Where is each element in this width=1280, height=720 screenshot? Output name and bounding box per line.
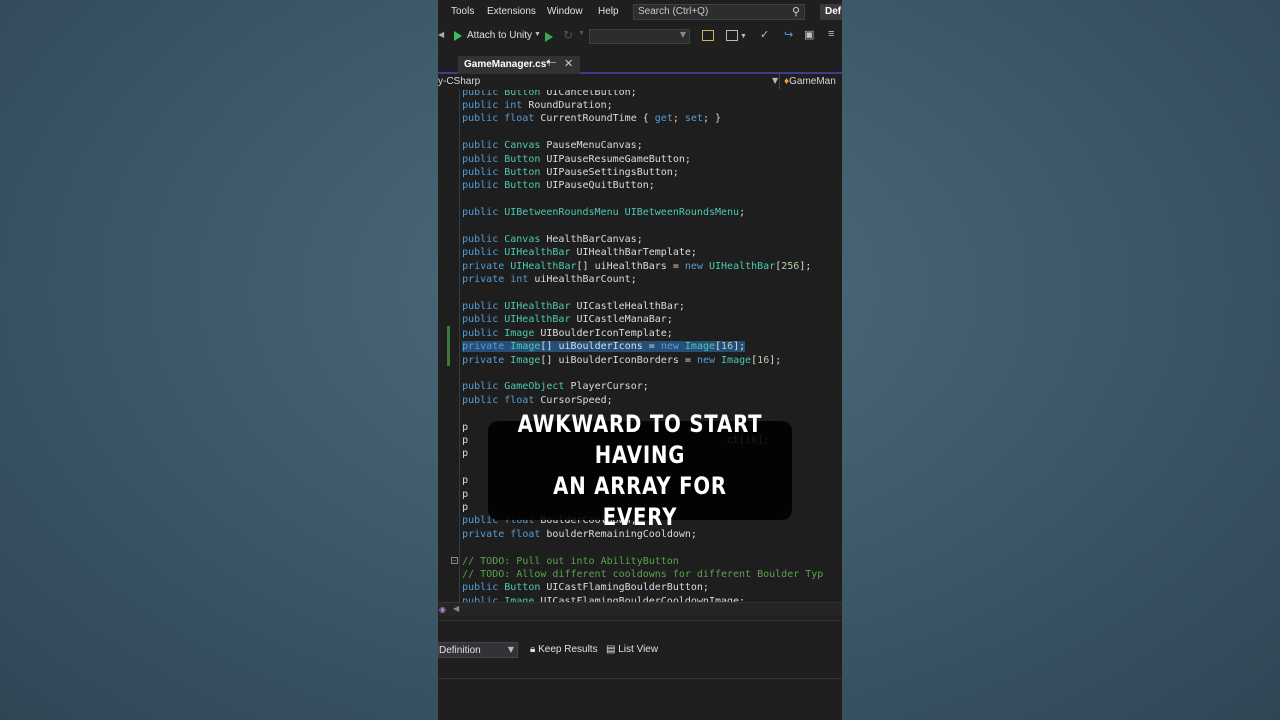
code-line: p <box>438 448 469 460</box>
tab-title: GameManager.cs* <box>464 59 551 70</box>
selected-text: private Image[] uiBoulderIcons = new Ima… <box>462 341 746 353</box>
code-line: public UIHealthBar UIHealthBarTemplate; <box>462 247 697 259</box>
indent-icon[interactable]: ≡ <box>828 28 834 40</box>
caption-line-1: AWKWARD TO START HAVING <box>517 409 763 469</box>
layout-icon[interactable] <box>726 30 738 41</box>
menu-bar: Tools Extensions Window Help Search (Ctr… <box>438 0 842 24</box>
code-line: // TODO: Allow different cooldowns for d… <box>462 568 824 580</box>
code-line: public Button UIPauseQuitButton; <box>462 180 655 192</box>
code-line: public float CurrentRoundTime { get; set… <box>462 113 722 125</box>
code-line: // TODO: Pull out into AbilityButton <box>462 555 679 567</box>
folder-icon[interactable] <box>702 30 714 41</box>
visual-studio-window: Tools Extensions Window Help Search (Ctr… <box>438 0 842 720</box>
code-line: public UIBetweenRoundsMenu UIBetweenRoun… <box>462 207 746 219</box>
refresh-icon: ↻ <box>563 28 574 42</box>
menu-tools[interactable]: Tools <box>451 6 474 17</box>
list-view-button[interactable]: ▤ List View <box>606 644 658 655</box>
project-dropdown[interactable]: y-CSharp <box>438 76 480 87</box>
menu-help[interactable]: Help <box>598 6 619 17</box>
code-line: public Image UICastFlamingBoulderCooldow… <box>462 595 746 602</box>
code-line: private Image[] uiBoulderIcons = new Ima… <box>438 340 746 353</box>
find-results-panel: Definition ▼ 🔒︎ Keep Results ▤ List View <box>438 620 842 720</box>
list-view-label: List View <box>618 644 659 655</box>
chevron-down-icon[interactable]: ▼ <box>772 76 778 85</box>
copilot-icon[interactable]: ◉ <box>439 605 446 614</box>
document-tab-bar: GameManager.cs* ⊢ ✕ <box>438 50 842 74</box>
chevron-down-icon: ▼ <box>679 30 686 39</box>
code-line: p <box>438 488 469 500</box>
attach-label: Attach to Unity <box>467 30 533 41</box>
code-line: public Canvas HealthBarCanvas; <box>462 233 643 245</box>
member-dropdown[interactable]: ♦GameMan <box>784 76 836 87</box>
lock-icon: 🔒︎ <box>530 644 536 655</box>
code-line: public Button UIPauseSettingsButton; <box>462 166 679 178</box>
code-line: private UIHealthBar[] uiHealthBars = new… <box>462 260 812 272</box>
attach-to-unity-button[interactable]: Attach to Unity ▼ <box>452 28 552 46</box>
search-placeholder: Search (Ctrl+Q) <box>638 6 709 17</box>
code-line: p <box>438 421 469 433</box>
start-without-debug-icon[interactable] <box>545 32 553 42</box>
layout-dropdown-icon[interactable]: ▼ <box>740 33 747 40</box>
close-icon[interactable]: ✕ <box>564 57 573 70</box>
check-icon[interactable]: ✓ <box>760 28 769 41</box>
caption-line-2: AN ARRAY FOR EVERY <box>553 471 727 531</box>
horizontal-scrollbar[interactable]: ◉ ◀ <box>438 602 842 616</box>
code-line: public UIHealthBar UICastleHealthBar; <box>462 300 685 312</box>
code-line: public UIHealthBar UICastleManaBar; <box>462 314 673 326</box>
code-line: public Button UICastFlamingBoulderButton… <box>462 582 709 594</box>
tab-gamemanager[interactable]: GameManager.cs* ⊢ ✕ <box>458 56 580 74</box>
definition-label: Definition <box>439 645 481 656</box>
solution-config-dropdown[interactable]: Def <box>820 4 842 20</box>
menu-window[interactable]: Window <box>547 6 583 17</box>
code-line: public Image UIBoulderIconTemplate; <box>462 327 673 339</box>
definition-dropdown[interactable]: Definition ▼ <box>438 642 518 658</box>
step-icon[interactable]: ↪ <box>784 28 793 41</box>
panel-divider <box>438 678 842 679</box>
navigation-bar: y-CSharp ▼ ♦GameMan <box>438 74 842 91</box>
attach-dropdown-arrow-icon: ▼ <box>534 31 541 38</box>
bookmark-icon[interactable]: ▣ <box>804 28 814 41</box>
toolbar: ◀ Attach to Unity ▼ ↻ ▼ ▼ ▼ ✓ ↪ ▣ ≡ <box>438 24 842 50</box>
list-icon: ▤ <box>606 644 616 655</box>
refresh-dropdown-icon: ▼ <box>578 30 585 37</box>
menu-extensions[interactable]: Extensions <box>487 6 536 17</box>
search-input[interactable]: Search (Ctrl+Q) ⚲ <box>633 4 805 20</box>
chevron-down-icon: ▼ <box>507 645 514 654</box>
pin-icon[interactable]: ⊢ <box>548 58 557 69</box>
code-line: public Button UICancelButton; <box>462 90 637 98</box>
play-icon <box>454 31 462 41</box>
code-line: private int uiHealthBarCount; <box>462 274 637 286</box>
member-label: GameMan <box>789 76 836 87</box>
video-caption: AWKWARD TO START HAVING AN ARRAY FOR EVE… <box>488 410 792 531</box>
code-line: public int RoundDuration; <box>462 99 613 111</box>
scroll-left-icon[interactable]: ◀ <box>453 604 459 613</box>
code-line: private Image[] uiBoulderIconBorders = n… <box>462 354 782 366</box>
code-line: public GameObject PlayerCursor; <box>462 381 649 393</box>
code-line: p <box>438 501 469 513</box>
target-dropdown[interactable]: ▼ <box>589 29 690 44</box>
keep-results-button[interactable]: 🔒︎ Keep Results <box>530 644 598 655</box>
code-line: p <box>438 475 469 487</box>
code-line: public float CursorSpeed; <box>462 394 613 406</box>
code-line: public Canvas PauseMenuCanvas; <box>462 140 643 152</box>
code-line: public Button UIPauseResumeGameButton; <box>462 153 691 165</box>
nav-separator <box>779 74 780 90</box>
search-icon: ⚲ <box>791 6 800 18</box>
toolbar-overflow-arrow-icon[interactable]: ◀ <box>438 30 444 39</box>
keep-results-label: Keep Results <box>538 644 598 655</box>
